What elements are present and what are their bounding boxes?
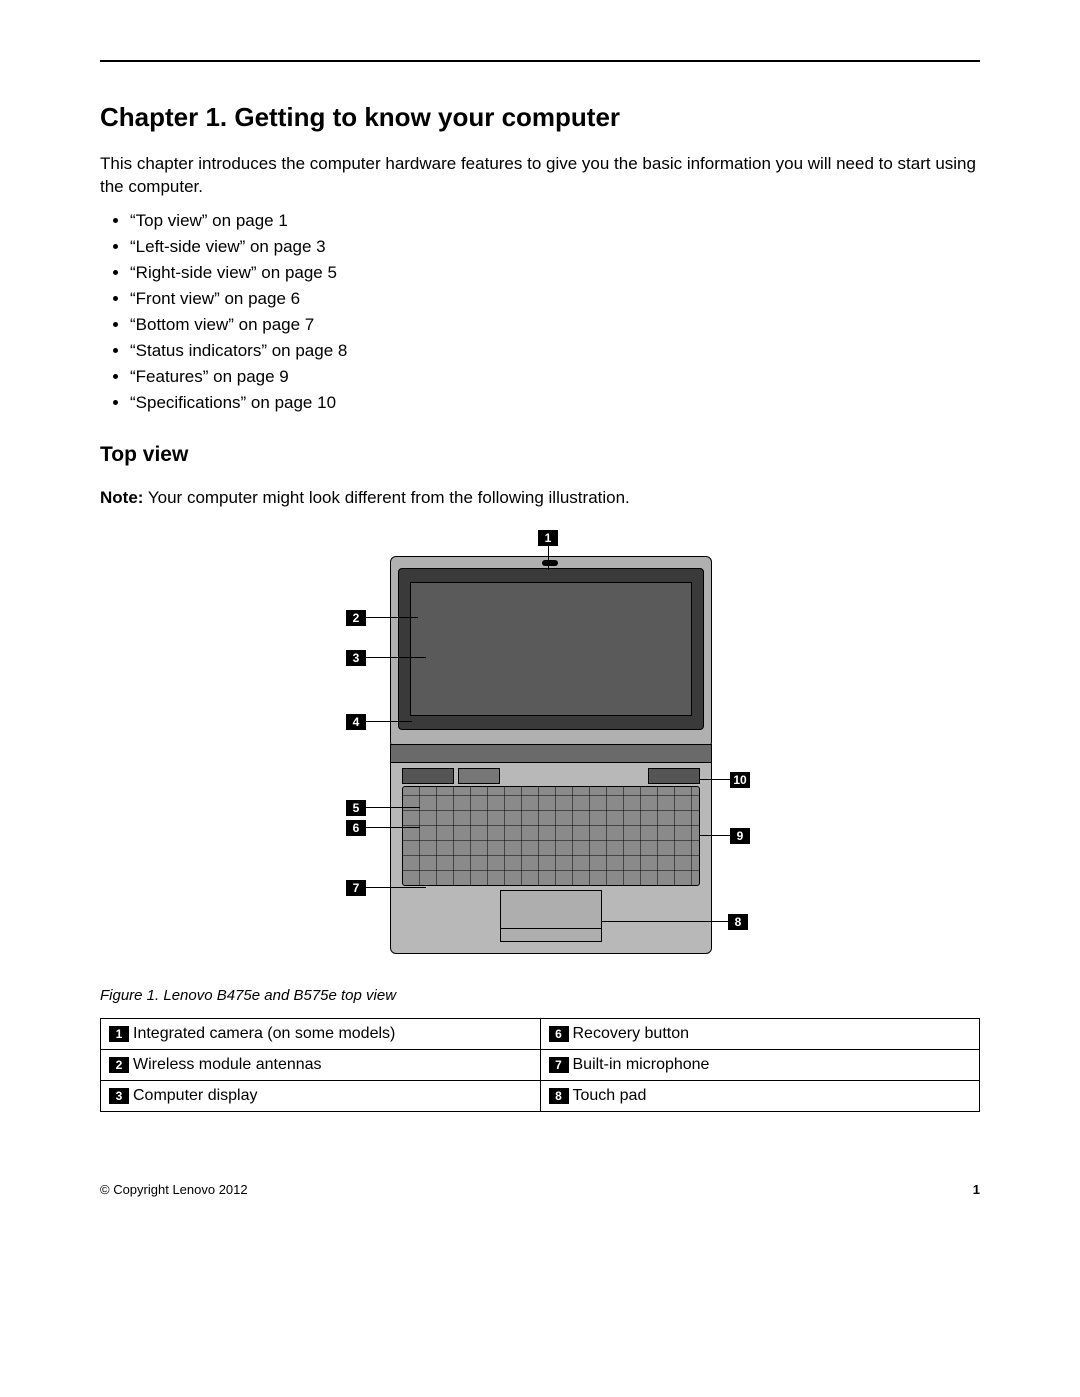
callout-4: 4: [346, 714, 412, 730]
table-row: 2Wireless module antennas 7Built-in micr…: [101, 1050, 980, 1081]
toc-item: “Front view” on page 6: [130, 289, 980, 309]
legend-number: 7: [549, 1057, 569, 1073]
figure-top-view: 1 2 3 4 5 6 7 10: [100, 528, 980, 968]
note-text: Your computer might look different from …: [143, 488, 629, 507]
figure-caption: Figure 1. Lenovo B475e and B575e top vie…: [100, 986, 980, 1006]
laptop-screen: [410, 582, 692, 716]
callout-10: 10: [700, 772, 750, 788]
toc-item: “Right-side view” on page 5: [130, 263, 980, 283]
callout-8: 8: [602, 914, 748, 930]
intro-paragraph: This chapter introduces the computer har…: [100, 153, 980, 199]
legend-cell: 2Wireless module antennas: [101, 1050, 541, 1081]
legend-cell: 7Built-in microphone: [540, 1050, 980, 1081]
callout-1: 1: [538, 530, 558, 570]
legend-text: Built-in microphone: [573, 1056, 710, 1073]
toc-list: “Top view” on page 1 “Left-side view” on…: [100, 211, 980, 413]
table-row: 3Computer display 8Touch pad: [101, 1081, 980, 1112]
table-row: 1Integrated camera (on some models) 6Rec…: [101, 1019, 980, 1050]
callout-7: 7: [346, 880, 426, 896]
legend-text: Touch pad: [573, 1087, 647, 1104]
chapter-title: Chapter 1. Getting to know your computer: [100, 102, 980, 133]
top-horizontal-rule: [100, 60, 980, 62]
toc-item: “Left-side view” on page 3: [130, 237, 980, 257]
legend-number: 8: [549, 1088, 569, 1104]
legend-cell: 3Computer display: [101, 1081, 541, 1112]
legend-text: Wireless module antennas: [133, 1056, 322, 1073]
toc-item: “Specifications” on page 10: [130, 393, 980, 413]
laptop-hinge: [390, 744, 712, 764]
toc-item: “Status indicators” on page 8: [130, 341, 980, 361]
laptop-diagram: 1 2 3 4 5 6 7 10: [280, 528, 800, 968]
toc-item: “Bottom view” on page 7: [130, 315, 980, 335]
laptop-touchpad: [500, 890, 602, 942]
callout-number: 7: [346, 880, 366, 896]
callout-number: 2: [346, 610, 366, 626]
callout-number: 9: [730, 828, 750, 844]
callout-6: 6: [346, 820, 420, 836]
laptop-keyboard: [402, 786, 700, 886]
legend-text: Computer display: [133, 1087, 258, 1104]
laptop-speaker-right: [648, 768, 700, 784]
laptop-power-area: [458, 768, 500, 784]
callout-5: 5: [346, 800, 420, 816]
legend-number: 1: [109, 1026, 129, 1042]
toc-item: “Top view” on page 1: [130, 211, 980, 231]
legend-text: Integrated camera (on some models): [133, 1025, 395, 1042]
callout-number: 5: [346, 800, 366, 816]
legend-number: 3: [109, 1088, 129, 1104]
page-footer: © Copyright Lenovo 2012 1: [100, 1182, 980, 1197]
section-heading-top-view: Top view: [100, 443, 980, 467]
footer-page-number: 1: [973, 1182, 980, 1197]
legend-cell: 1Integrated camera (on some models): [101, 1019, 541, 1050]
note-paragraph: Note: Your computer might look different…: [100, 487, 980, 510]
callout-number: 4: [346, 714, 366, 730]
callout-number: 1: [538, 530, 558, 546]
note-label: Note:: [100, 488, 143, 507]
callout-number: 10: [730, 772, 750, 788]
legend-cell: 8Touch pad: [540, 1081, 980, 1112]
legend-table: 1Integrated camera (on some models) 6Rec…: [100, 1018, 980, 1112]
legend-cell: 6Recovery button: [540, 1019, 980, 1050]
callout-number: 3: [346, 650, 366, 666]
callout-number: 6: [346, 820, 366, 836]
laptop-speaker-left: [402, 768, 454, 784]
callout-2: 2: [346, 610, 418, 626]
legend-number: 2: [109, 1057, 129, 1073]
footer-copyright: © Copyright Lenovo 2012: [100, 1182, 248, 1197]
callout-number: 8: [728, 914, 748, 930]
legend-text: Recovery button: [573, 1025, 690, 1042]
toc-item: “Features” on page 9: [130, 367, 980, 387]
legend-number: 6: [549, 1026, 569, 1042]
callout-3: 3: [346, 650, 426, 666]
callout-9: 9: [700, 828, 750, 844]
